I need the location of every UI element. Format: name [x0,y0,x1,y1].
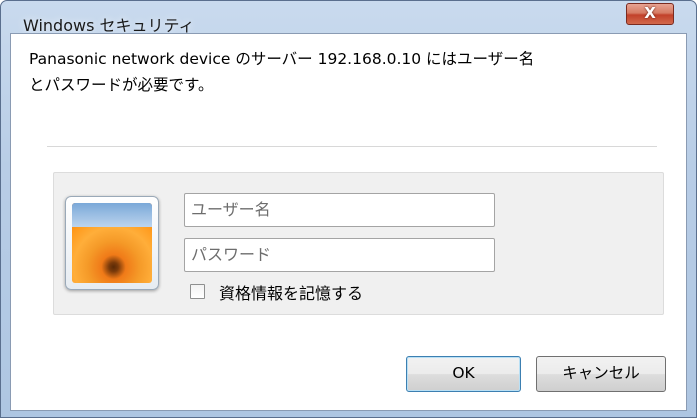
remember-credentials-checkbox[interactable] [190,284,205,299]
password-placeholder: パスワード [191,245,272,264]
prompt-message: Panasonic network device のサーバー 192.168.0… [29,46,629,98]
prompt-message-line-2: とパスワードが必要です。 [29,76,214,94]
username-placeholder: ユーザー名 [191,200,271,219]
prompt-message-line-1: Panasonic network device のサーバー 192.168.0… [29,50,535,68]
password-input[interactable]: パスワード [184,238,495,272]
user-avatar [65,196,159,290]
cancel-button[interactable]: キャンセル [536,356,666,392]
credential-tile: ユーザー名 パスワード 資格情報を記憶する [53,172,664,315]
user-avatar-flower-icon [72,203,152,283]
security-dialog-window: Windows セキュリティ X Panasonic network devic… [0,0,697,418]
username-input[interactable]: ユーザー名 [184,193,495,227]
divider [47,146,657,147]
close-button[interactable]: X [626,3,674,25]
ok-button[interactable]: OK [406,356,521,392]
remember-credentials-label[interactable]: 資格情報を記憶する [219,280,363,304]
close-icon: X [644,4,656,22]
